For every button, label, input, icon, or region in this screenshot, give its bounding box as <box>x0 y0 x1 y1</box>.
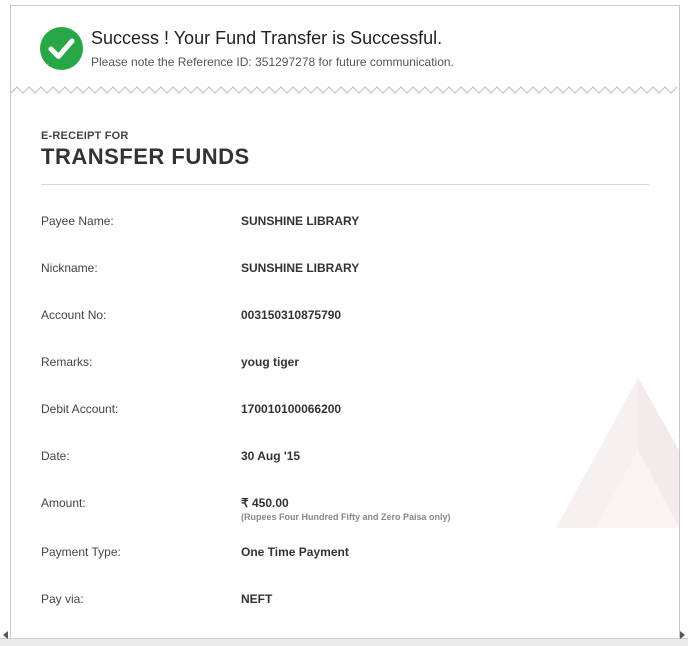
field-value: NEFT <box>241 592 273 606</box>
field-row-debit-account: Debit Account: 170010100066200 <box>41 402 641 422</box>
receipt-card: Success ! Your Fund Transfer is Successf… <box>10 5 680 639</box>
field-row-pay-via: Pay via: NEFT <box>41 592 641 612</box>
field-label: Payee Name: <box>41 214 114 228</box>
scroll-right-arrow-icon[interactable] <box>680 631 685 639</box>
field-row-amount: Amount: ₹ 450.00 (Rupees Four Hundred Fi… <box>41 496 641 532</box>
field-value: 003150310875790 <box>241 308 342 322</box>
field-label: Account No: <box>41 308 107 322</box>
field-value: youg tiger <box>241 355 300 369</box>
field-value: ₹ 450.00 <box>241 496 289 510</box>
field-label: Amount: <box>41 496 86 510</box>
field-value: One Time Payment <box>241 545 349 559</box>
field-row-nickname: Nickname: SUNSHINE LIBRARY <box>41 261 641 281</box>
field-label: Date: <box>41 449 70 463</box>
title-divider <box>41 184 649 185</box>
field-row-payment-type: Payment Type: One Time Payment <box>41 545 641 565</box>
reference-note: Please note the Reference ID: 351297278 … <box>91 55 454 69</box>
watermark-logo <box>556 378 679 528</box>
field-label: Payment Type: <box>41 545 121 559</box>
field-value: SUNSHINE LIBRARY <box>241 261 360 275</box>
field-row-date: Date: 30 Aug '15 <box>41 449 641 469</box>
success-banner: Success ! Your Fund Transfer is Successf… <box>11 6 679 90</box>
field-row-remarks: Remarks: youg tiger <box>41 355 641 375</box>
field-row-account-no: Account No: 003150310875790 <box>41 308 641 328</box>
receipt-title: TRANSFER FUNDS <box>41 144 250 169</box>
field-value: 170010100066200 <box>241 402 342 416</box>
field-value: SUNSHINE LIBRARY <box>241 214 360 228</box>
success-title: Success ! Your Fund Transfer is Successf… <box>91 28 443 48</box>
field-label: Remarks: <box>41 355 93 369</box>
scroll-left-arrow-icon[interactable] <box>3 631 8 639</box>
checkmark-circle-icon <box>40 27 83 70</box>
field-row-payee-name: Payee Name: SUNSHINE LIBRARY <box>41 214 641 234</box>
field-label: Pay via: <box>41 592 84 606</box>
zigzag-divider <box>11 86 678 94</box>
receipt-label: E-RECEIPT FOR <box>41 130 129 142</box>
field-value: 30 Aug '15 <box>241 449 301 463</box>
field-label: Debit Account: <box>41 402 119 416</box>
amount-in-words: (Rupees Four Hundred Fifty and Zero Pais… <box>241 512 451 522</box>
field-label: Nickname: <box>41 261 98 275</box>
